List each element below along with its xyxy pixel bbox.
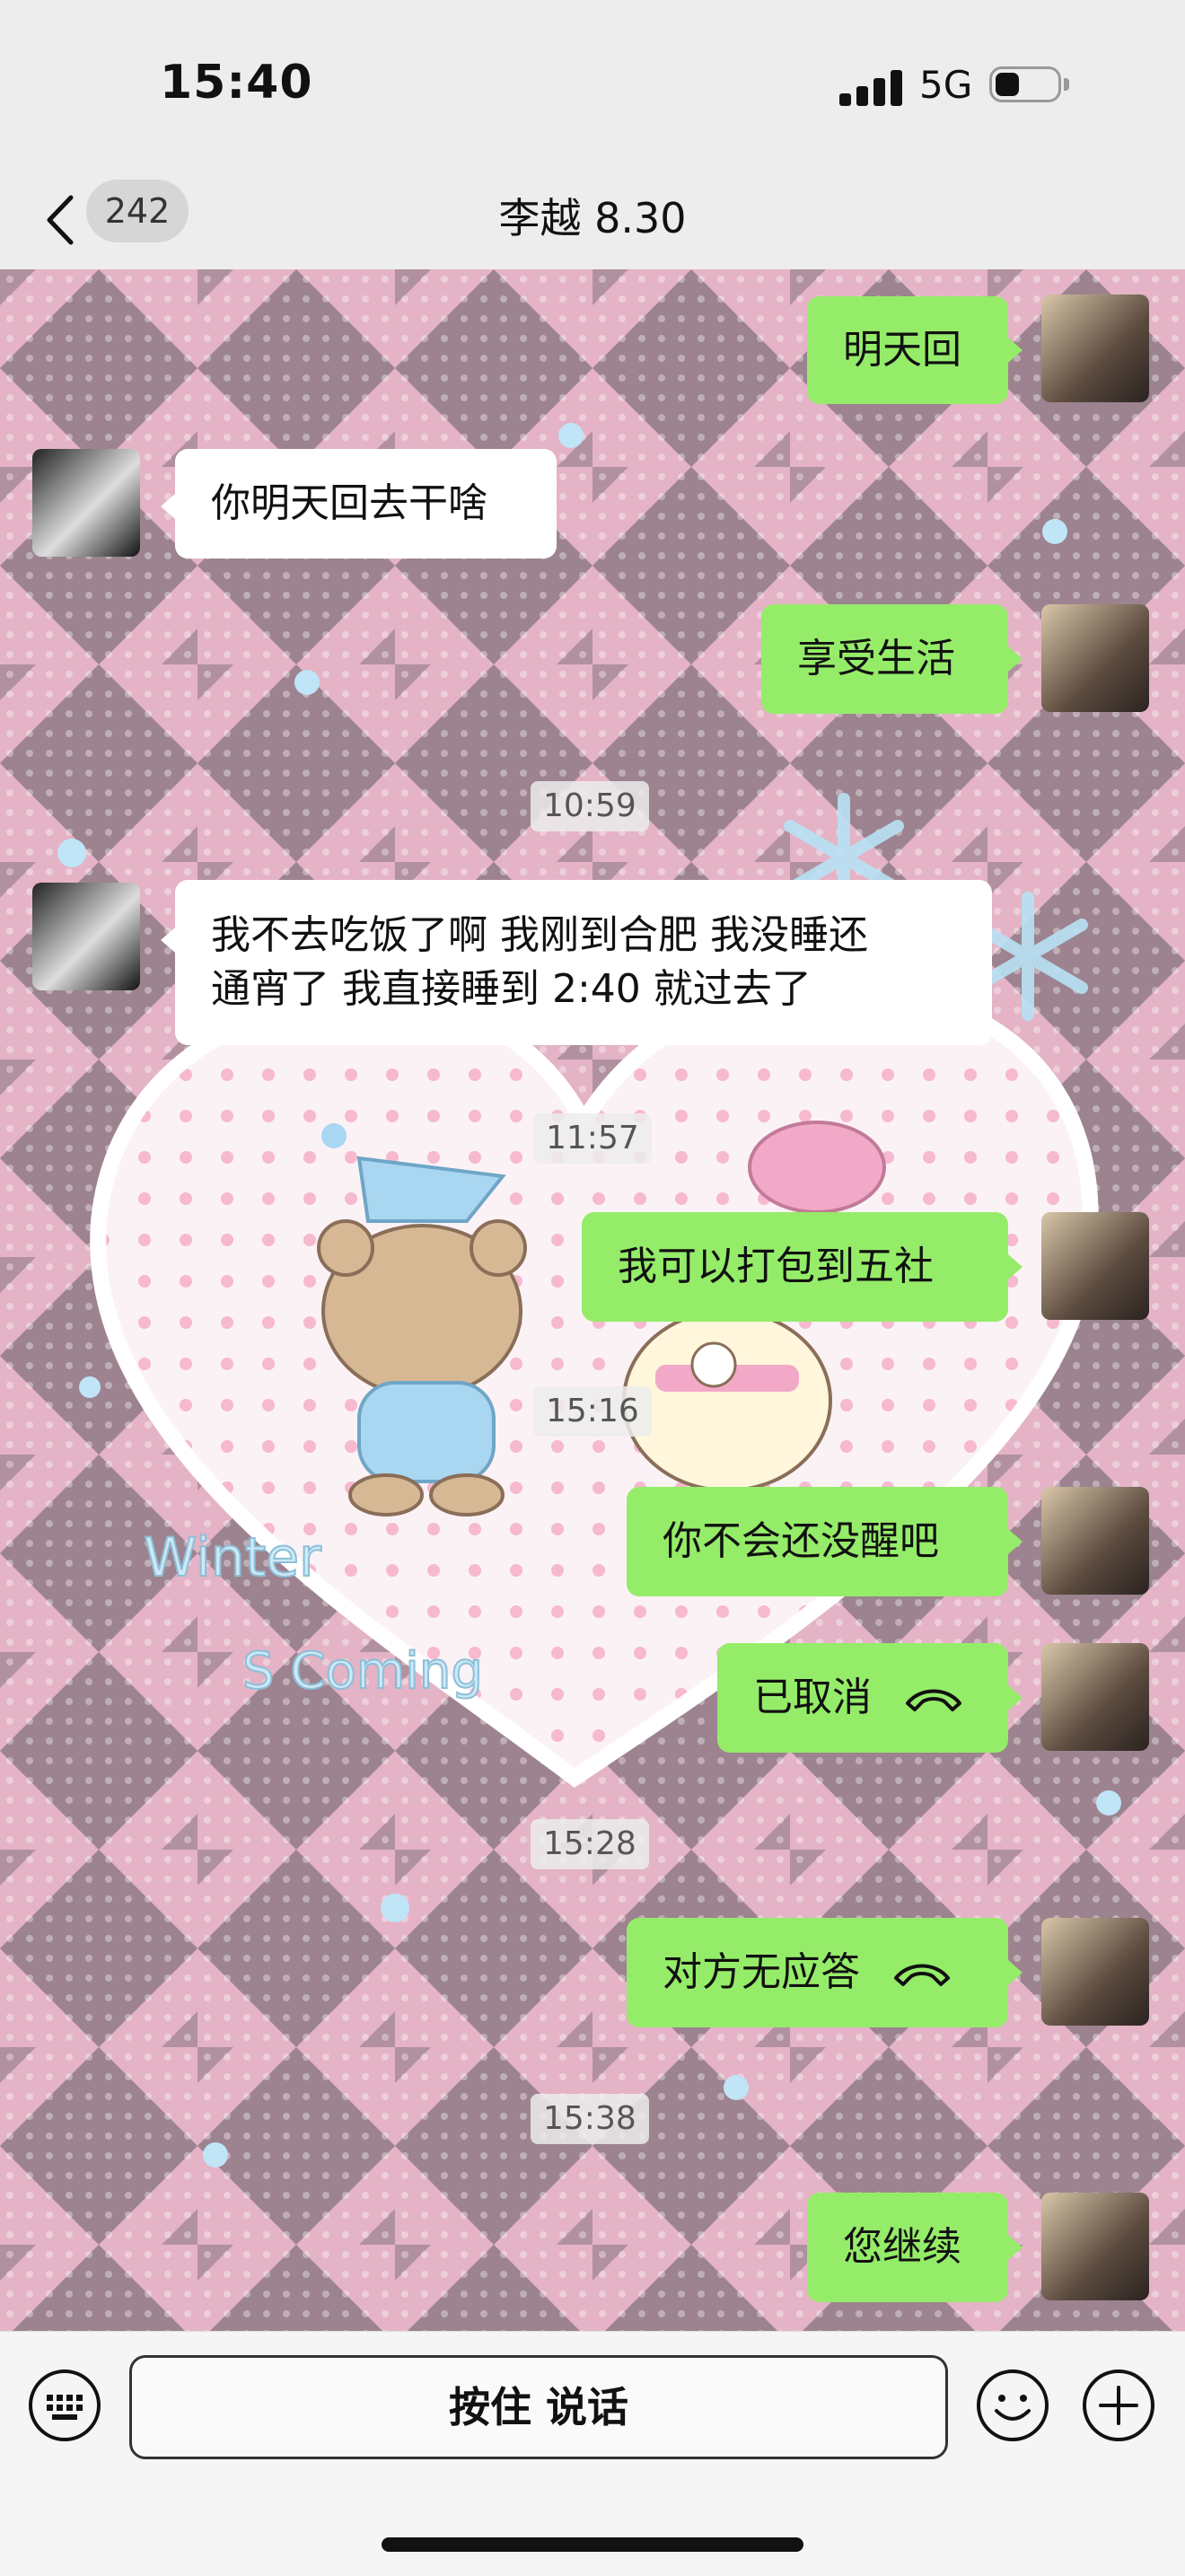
chat-area[interactable]: Winter S Coming 明天回 你明天回去干啥 享受生活 10:59 我… bbox=[0, 269, 1185, 2331]
status-time: 15:40 bbox=[160, 56, 313, 110]
time-stamp: 15:16 bbox=[533, 1386, 652, 1437]
call-status-label: 已取消 bbox=[753, 1675, 872, 1720]
self-avatar[interactable] bbox=[1041, 604, 1149, 712]
home-indicator[interactable] bbox=[382, 2537, 803, 2552]
call-bubble-no-answer[interactable]: 对方无应答 bbox=[627, 1918, 1008, 2027]
self-avatar[interactable] bbox=[1041, 1643, 1149, 1751]
keyboard-icon[interactable] bbox=[27, 2368, 102, 2443]
bubble-tail bbox=[161, 928, 175, 953]
self-avatar[interactable] bbox=[1041, 1918, 1149, 2026]
message-bubble-me[interactable]: 你不会还没醒吧 bbox=[627, 1487, 1008, 1596]
call-bubble-cancelled[interactable]: 已取消 bbox=[717, 1643, 1008, 1753]
self-avatar[interactable] bbox=[1041, 1487, 1149, 1595]
contact-avatar[interactable] bbox=[32, 883, 140, 990]
bubble-tail bbox=[1008, 646, 1023, 672]
time-stamp: 15:28 bbox=[531, 1819, 649, 1869]
hold-to-talk-button[interactable]: 按住 说话 bbox=[129, 2355, 948, 2459]
message-bubble-me[interactable]: 享受生活 bbox=[761, 604, 1008, 714]
bubble-tail bbox=[1008, 338, 1023, 363]
message-bubble-me[interactable]: 明天回 bbox=[807, 296, 1008, 404]
bubble-tail bbox=[1008, 1685, 1023, 1710]
self-avatar[interactable] bbox=[1041, 2193, 1149, 2300]
bubble-tail bbox=[1008, 2235, 1023, 2260]
bubble-tail bbox=[1008, 1254, 1023, 1279]
time-stamp: 15:38 bbox=[531, 2094, 649, 2144]
phone-hangup-icon bbox=[894, 1964, 950, 1986]
phone-hangup-icon bbox=[906, 1689, 961, 1711]
message-bubble-me[interactable]: 我可以打包到五社 bbox=[582, 1212, 1008, 1322]
network-label: 5G bbox=[919, 63, 973, 107]
chat-title: 李越 8.30 bbox=[498, 194, 687, 242]
status-bar: 15:40 5G bbox=[0, 0, 1185, 171]
self-avatar[interactable] bbox=[1041, 1212, 1149, 1320]
call-status-label: 对方无应答 bbox=[663, 1949, 860, 1995]
bubble-tail bbox=[1008, 1529, 1023, 1554]
time-stamp: 10:59 bbox=[531, 781, 649, 831]
plus-icon[interactable] bbox=[1081, 2368, 1156, 2443]
self-avatar[interactable] bbox=[1041, 295, 1149, 402]
wallpaper-text-winter: Winter bbox=[144, 1526, 321, 1589]
signal-icon bbox=[839, 68, 902, 106]
time-stamp: 11:57 bbox=[533, 1113, 652, 1164]
message-bubble-them[interactable]: 你明天回去干啥 bbox=[175, 449, 557, 558]
bubble-tail bbox=[1008, 1960, 1023, 1985]
battery-icon bbox=[989, 66, 1070, 104]
bubble-tail bbox=[161, 494, 175, 519]
wallpaper-text-coming: S Coming bbox=[242, 1642, 483, 1701]
message-bubble-them[interactable]: 我不去吃饭了啊 我刚到合肥 我没睡还 通宵了 我直接睡到 2:40 就过去了 bbox=[175, 880, 992, 1045]
contact-avatar[interactable] bbox=[32, 449, 140, 557]
emoji-icon[interactable] bbox=[975, 2368, 1050, 2443]
message-bubble-me[interactable]: 您继续 bbox=[807, 2193, 1008, 2302]
